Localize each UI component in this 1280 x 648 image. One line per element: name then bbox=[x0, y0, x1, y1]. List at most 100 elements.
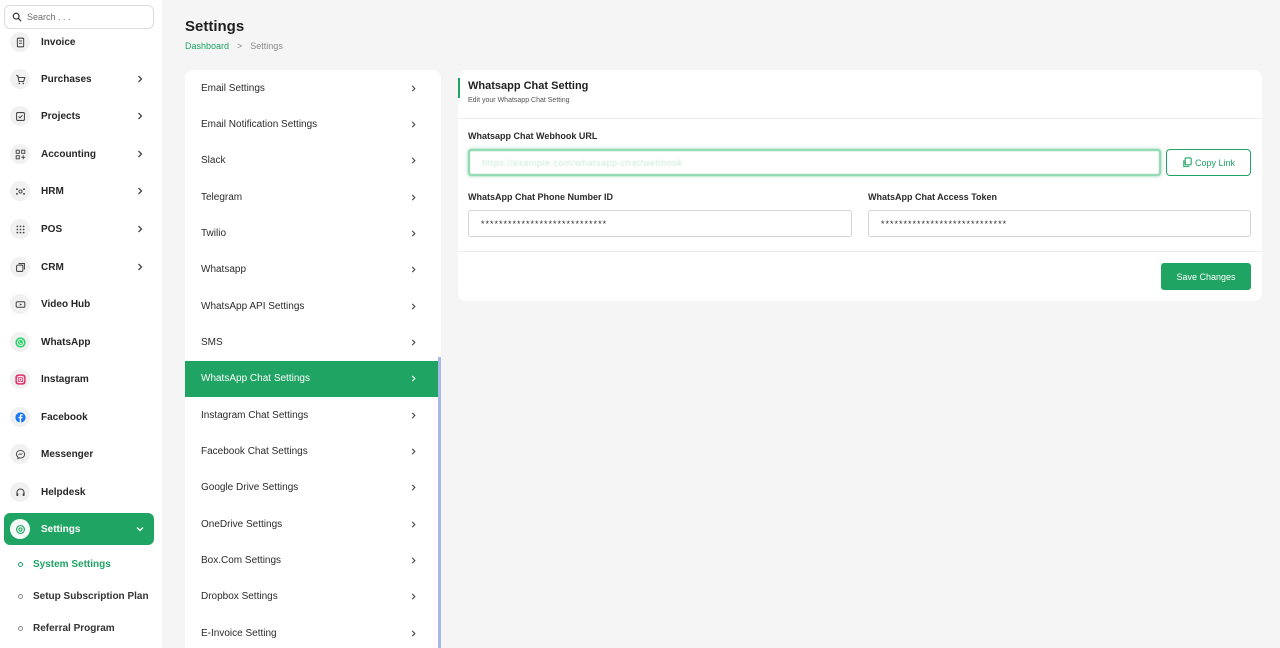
invoice-icon bbox=[10, 32, 30, 52]
users-icon bbox=[10, 181, 30, 201]
chevron-right-icon bbox=[138, 150, 143, 158]
headset-icon bbox=[10, 482, 30, 502]
settings-menu-item-label: Email Notification Settings bbox=[201, 118, 318, 130]
settings-menu-item-label: Email Settings bbox=[201, 82, 265, 94]
layers-icon bbox=[10, 257, 30, 277]
settings-menu-item-sms[interactable]: SMS bbox=[185, 324, 439, 360]
sidebar-item-invoice[interactable]: Invoice bbox=[4, 26, 154, 58]
settings-menu-item-whatsapp[interactable]: Whatsapp bbox=[185, 252, 439, 288]
sidebar-item-accounting[interactable]: Accounting bbox=[4, 138, 154, 170]
settings-menu-item-label: Instagram Chat Settings bbox=[201, 409, 309, 421]
settings-menu-item-label: Telegram bbox=[201, 191, 243, 203]
whatsapp-icon bbox=[10, 332, 30, 352]
sidebar-item-settings[interactable]: Settings bbox=[4, 513, 154, 545]
sidebar-item-hrm[interactable]: HRM bbox=[4, 175, 154, 207]
phone-number-id-label: WhatsApp Chat Phone Number ID bbox=[468, 192, 614, 202]
bullet-icon bbox=[18, 561, 23, 567]
sidebar-item-label: CRM bbox=[41, 261, 64, 273]
sidebar-item-label: POS bbox=[41, 223, 63, 235]
sidebar-subitem-label: System Settings bbox=[33, 558, 111, 570]
check-square-icon bbox=[10, 106, 30, 126]
settings-menu-item-google-drive-settings[interactable]: Google Drive Settings bbox=[185, 470, 439, 506]
sidebar-item-crm[interactable]: CRM bbox=[4, 251, 154, 283]
chevron-right-icon bbox=[411, 593, 416, 600]
chevron-right-icon bbox=[411, 448, 416, 455]
chevron-right-icon bbox=[138, 187, 143, 195]
sidebar-item-facebook[interactable]: Facebook bbox=[4, 401, 154, 433]
bullet-icon bbox=[18, 593, 23, 599]
settings-menu-item-label: WhatsApp Chat Settings bbox=[201, 373, 310, 385]
sidebar-item-whatsapp[interactable]: WhatsApp bbox=[4, 326, 154, 358]
settings-menu-item-label: SMS bbox=[201, 336, 223, 348]
sidebar-subitem-label: Referral Program bbox=[33, 622, 115, 634]
settings-menu-scrollbar[interactable] bbox=[438, 357, 441, 648]
grid-plus-icon bbox=[10, 144, 30, 164]
breadcrumb-current: Settings bbox=[250, 41, 283, 51]
chevron-right-icon bbox=[138, 75, 143, 83]
webhook-url-field[interactable]: https://example.com/whatsapp-chat/webhoo… bbox=[468, 149, 1161, 176]
sidebar-subitem-setup-subscription-plan[interactable]: Setup Subscription Plan bbox=[18, 586, 149, 606]
settings-menu-item-label: Twilio bbox=[201, 227, 227, 239]
settings-menu-item-e-invoice-setting[interactable]: E-Invoice Setting bbox=[185, 615, 439, 648]
webhook-url-label: Whatsapp Chat Webhook URL bbox=[468, 131, 598, 141]
chevron-right-icon bbox=[411, 266, 416, 273]
settings-menu-item-whatsapp-api-settings[interactable]: WhatsApp API Settings bbox=[185, 288, 439, 324]
settings-menu-item-email-notification-settings[interactable]: Email Notification Settings bbox=[185, 106, 439, 142]
instagram-icon bbox=[10, 369, 30, 389]
search-icon bbox=[12, 12, 22, 22]
settings-menu-item-telegram[interactable]: Telegram bbox=[185, 179, 439, 215]
settings-menu-item-dropbox-settings[interactable]: Dropbox Settings bbox=[185, 579, 439, 615]
sidebar-item-projects[interactable]: Projects bbox=[4, 100, 154, 132]
sidebar-item-video-hub[interactable]: Video Hub bbox=[4, 288, 154, 320]
chevron-right-icon bbox=[138, 263, 143, 271]
chevron-right-icon bbox=[411, 521, 416, 528]
settings-menu-item-label: Facebook Chat Settings bbox=[201, 446, 308, 457]
cart-icon bbox=[10, 69, 30, 89]
search-placeholder: Search . . . bbox=[27, 12, 71, 22]
bullet-icon bbox=[18, 625, 23, 631]
settings-menu-item-onedrive-settings[interactable]: OneDrive Settings bbox=[185, 506, 439, 542]
settings-menu-item-label: Google Drive Settings bbox=[201, 482, 299, 494]
phone-number-id-field[interactable]: **************************** bbox=[468, 210, 852, 237]
copy-link-button[interactable]: Copy Link bbox=[1166, 149, 1251, 176]
chevron-right-icon bbox=[411, 412, 416, 419]
sidebar-subitem-referral-program[interactable]: Referral Program bbox=[18, 618, 115, 638]
sidebar-item-messenger[interactable]: Messenger bbox=[4, 438, 154, 470]
sidebar-item-helpdesk[interactable]: Helpdesk bbox=[4, 476, 154, 508]
settings-menu-item-email-settings[interactable]: Email Settings bbox=[185, 70, 439, 106]
settings-menu-item-twilio[interactable]: Twilio bbox=[185, 215, 439, 251]
access-token-field[interactable]: **************************** bbox=[868, 210, 1251, 237]
page-title: Settings bbox=[185, 18, 245, 35]
card-footer-divider bbox=[458, 251, 1262, 252]
settings-menu-item-box-com-settings[interactable]: Box.Com Settings bbox=[185, 543, 439, 579]
chevron-right-icon bbox=[138, 112, 143, 120]
chevron-right-icon bbox=[411, 84, 416, 92]
gear-icon bbox=[10, 519, 30, 539]
chevron-right-icon bbox=[411, 375, 416, 382]
sidebar-item-label: Accounting bbox=[41, 148, 96, 160]
breadcrumb-dashboard-link[interactable]: Dashboard bbox=[185, 41, 229, 51]
sidebar-item-label: Messenger bbox=[41, 448, 94, 460]
sidebar-item-label: Projects bbox=[41, 110, 81, 122]
card-title: Whatsapp Chat Setting bbox=[468, 80, 589, 92]
sidebar-item-pos[interactable]: POS bbox=[4, 213, 154, 245]
sidebar-item-purchases[interactable]: Purchases bbox=[4, 63, 154, 95]
sidebar-item-label: WhatsApp bbox=[41, 336, 91, 348]
settings-menu-item-label: Slack bbox=[201, 155, 226, 167]
card-accent-bar bbox=[458, 78, 460, 98]
chevron-right-icon bbox=[411, 630, 416, 637]
settings-menu-item-label: Dropbox Settings bbox=[201, 591, 278, 603]
sidebar-subitem-system-settings[interactable]: System Settings bbox=[18, 554, 111, 574]
sidebar-item-instagram[interactable]: Instagram bbox=[4, 363, 154, 395]
chevron-right-icon bbox=[411, 557, 416, 564]
chevron-down-icon bbox=[136, 527, 144, 532]
settings-menu-item-slack[interactable]: Slack bbox=[185, 143, 439, 179]
settings-menu-item-instagram-chat-settings[interactable]: Instagram Chat Settings bbox=[185, 397, 439, 433]
sidebar-item-label: Invoice bbox=[41, 36, 76, 48]
save-changes-button[interactable]: Save Changes bbox=[1161, 263, 1251, 290]
facebook-icon bbox=[10, 407, 30, 427]
sidebar-item-label: Settings bbox=[41, 523, 81, 535]
breadcrumb-separator: > bbox=[237, 41, 243, 51]
settings-menu-item-whatsapp-chat-settings[interactable]: WhatsApp Chat Settings bbox=[185, 360, 439, 397]
settings-menu-item-facebook-chat-settings[interactable]: Facebook Chat Settings bbox=[185, 434, 439, 470]
